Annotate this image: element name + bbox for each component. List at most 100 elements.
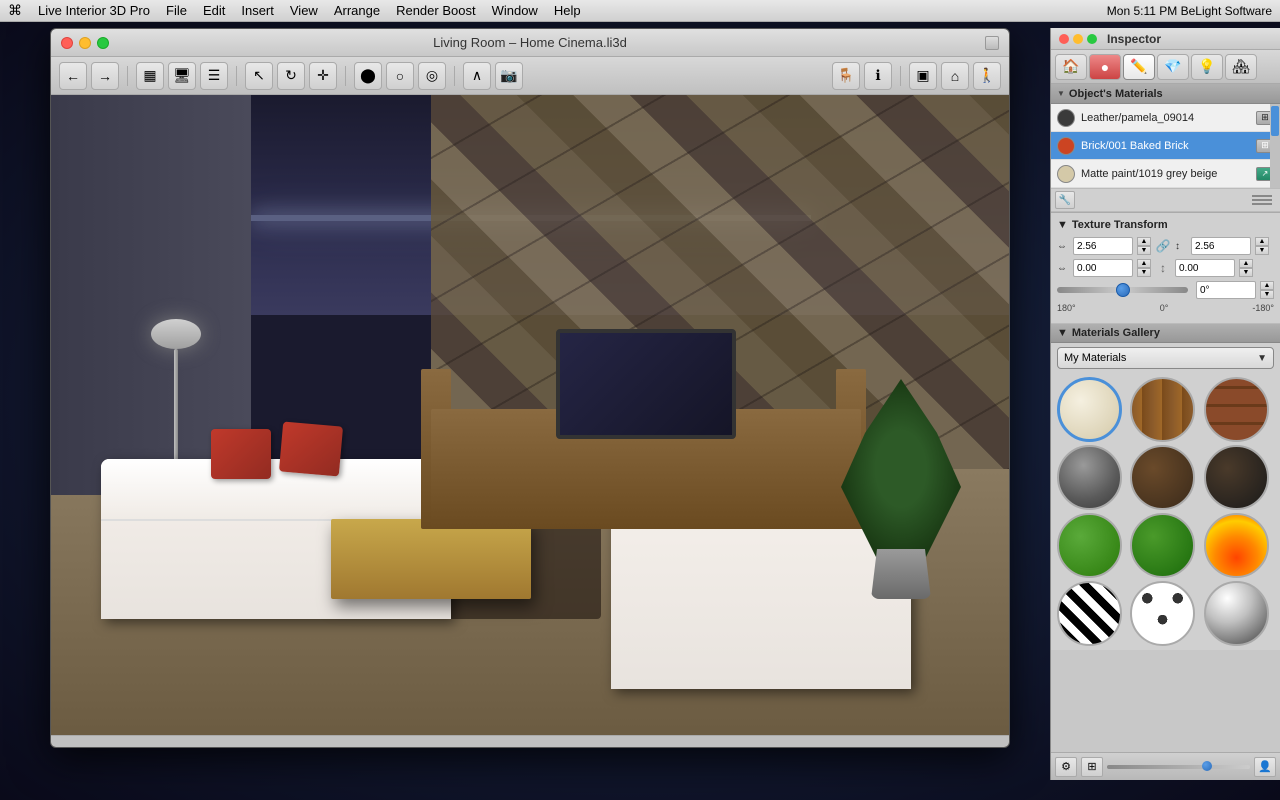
window-collapse-btn[interactable] [985, 36, 999, 50]
close-button[interactable] [61, 37, 73, 49]
insp-zoom-slider[interactable] [1107, 765, 1250, 769]
tx-collapse-icon: ▼ [1057, 219, 1068, 231]
insp-add-btn[interactable]: ⚙ [1055, 757, 1077, 777]
select-tool[interactable]: ↖ [245, 62, 273, 90]
tx-height-stepper[interactable]: ▲ ▼ [1255, 237, 1269, 255]
tx-offsetx-stepper[interactable]: ▲ ▼ [1137, 259, 1151, 277]
swatch-spots[interactable] [1130, 581, 1195, 646]
swatch-metal[interactable] [1057, 445, 1122, 510]
gallery-dropdown-arrow: ▼ [1257, 353, 1267, 364]
materials-list-scrollbar[interactable] [1270, 104, 1280, 188]
tx-rotation-step-down[interactable]: ▼ [1260, 290, 1274, 299]
material-swatch-matte [1057, 165, 1075, 183]
swatch-leather[interactable] [1130, 445, 1195, 510]
material-swatch-leather [1057, 109, 1075, 127]
back-btn[interactable]: ← [59, 62, 87, 90]
donut-tool[interactable]: ◎ [418, 62, 446, 90]
tx-width-step-up[interactable]: ▲ [1137, 237, 1151, 246]
view-btn[interactable]: ☰ [200, 62, 228, 90]
swatch-green2[interactable] [1130, 513, 1195, 578]
tx-height-step-up[interactable]: ▲ [1255, 237, 1269, 246]
gallery-grid [1051, 373, 1280, 650]
menu-renderbst[interactable]: Render Boost [396, 3, 476, 18]
insp-tab-room[interactable]: 🏘 [1225, 54, 1257, 80]
inspector-min-btn[interactable] [1073, 34, 1083, 44]
plant-pot [871, 549, 931, 599]
swatch-zebra[interactable] [1057, 581, 1122, 646]
menu-edit[interactable]: Edit [203, 3, 225, 18]
menu-bar-right: Mon 5:11 PM BeLight Software [1107, 4, 1272, 18]
tx-width-stepper[interactable]: ▲ ▼ [1137, 237, 1151, 255]
viewport[interactable] [51, 95, 1010, 748]
maximize-button[interactable] [97, 37, 109, 49]
tx-offsety-step-down[interactable]: ▼ [1239, 268, 1253, 277]
floor-plan-btn[interactable]: ▦ [136, 62, 164, 90]
forward-btn[interactable]: → [91, 62, 119, 90]
tx-offsetx-step-down[interactable]: ▼ [1137, 268, 1151, 277]
arch-tool[interactable]: ∧ [463, 62, 491, 90]
minimize-button[interactable] [79, 37, 91, 49]
menu-view[interactable]: View [290, 3, 318, 18]
menu-appname[interactable]: Live Interior 3D Pro [38, 3, 150, 18]
inspector-title: Inspector [1107, 32, 1161, 46]
menu-window[interactable]: Window [492, 3, 538, 18]
swatch-wood[interactable] [1130, 377, 1195, 442]
rotation-slider-track[interactable] [1057, 287, 1188, 293]
insp-tab-home[interactable]: 🏠 [1055, 54, 1087, 80]
inspector-max-btn[interactable] [1087, 34, 1097, 44]
swatch-cream[interactable] [1057, 377, 1122, 442]
toolbar-sep-3 [345, 66, 346, 86]
sphere-tool[interactable]: ⬤ [354, 62, 382, 90]
viewport-scrollbar[interactable] [51, 735, 1010, 748]
insp-person-btn[interactable]: 👤 [1254, 757, 1276, 777]
tx-offsetx-step-up[interactable]: ▲ [1137, 259, 1151, 268]
swatch-fire[interactable] [1204, 513, 1269, 578]
menu-insert[interactable]: Insert [241, 3, 274, 18]
tx-width-step-down[interactable]: ▼ [1137, 246, 1151, 255]
tx-rotation-input[interactable] [1196, 281, 1256, 299]
menu-help[interactable]: Help [554, 3, 581, 18]
tx-width-input[interactable]: 2.56 [1073, 237, 1133, 255]
material-item-brick[interactable]: Brick/001 Baked Brick ⊞ [1051, 132, 1280, 160]
tv-unit [431, 409, 861, 529]
insp-tab-light[interactable]: 💡 [1191, 54, 1223, 80]
walkthrough-btn[interactable]: 🚶 [973, 62, 1001, 90]
3d-view-btn[interactable]: ⌂ [941, 62, 969, 90]
gallery-dropdown[interactable]: My Materials ▼ [1057, 347, 1274, 369]
furniture-btn[interactable]: 🪑 [832, 62, 860, 90]
tx-rotation-stepper[interactable]: ▲ ▼ [1260, 281, 1274, 299]
insp-tab-edit[interactable]: ✏️ [1123, 54, 1155, 80]
tx-offsety-stepper[interactable]: ▲ ▼ [1239, 259, 1253, 277]
tx-offsetx-label: ⇔ [1057, 263, 1069, 274]
swatch-green1[interactable] [1057, 513, 1122, 578]
insp-tab-gem[interactable]: 💎 [1157, 54, 1189, 80]
tx-title-text: Texture Transform [1072, 219, 1168, 231]
swatch-dark[interactable] [1204, 445, 1269, 510]
swatch-chrome[interactable] [1204, 581, 1269, 646]
tx-height-step-down[interactable]: ▼ [1255, 246, 1269, 255]
insp-tab-material[interactable]: ● [1089, 54, 1121, 80]
circle-tool[interactable]: ○ [386, 62, 414, 90]
menu-arrange[interactable]: Arrange [334, 3, 380, 18]
2d-view-btn[interactable]: ▣ [909, 62, 937, 90]
move-tool[interactable]: ✛ [309, 62, 337, 90]
material-item-matte[interactable]: Matte paint/1019 grey beige ↗ [1051, 160, 1280, 188]
render-btn[interactable]: 🖥 [168, 62, 196, 90]
tx-offsety-step-up[interactable]: ▲ [1239, 259, 1253, 268]
tx-offsetx-input[interactable] [1073, 259, 1133, 277]
apple-menu[interactable]: ⌘ [8, 2, 22, 19]
insp-grid-btn[interactable]: ⊞ [1081, 757, 1103, 777]
menu-file[interactable]: File [166, 3, 187, 18]
tx-offsety-input[interactable] [1175, 259, 1235, 277]
tx-height-input[interactable] [1191, 237, 1251, 255]
orbit-tool[interactable]: ↻ [277, 62, 305, 90]
eyedropper-tool[interactable]: 🔧 [1055, 191, 1075, 209]
inspector-close-btn[interactable] [1059, 34, 1069, 44]
window-title: Living Room – Home Cinema.li3d [433, 35, 627, 50]
swatch-brick[interactable] [1204, 377, 1269, 442]
material-item-leather[interactable]: Leather/pamela_09014 ⊞ [1051, 104, 1280, 132]
info-btn[interactable]: ℹ [864, 62, 892, 90]
rotation-slider-thumb[interactable] [1116, 283, 1130, 297]
tx-rotation-step-up[interactable]: ▲ [1260, 281, 1274, 290]
camera-btn[interactable]: 📷 [495, 62, 523, 90]
